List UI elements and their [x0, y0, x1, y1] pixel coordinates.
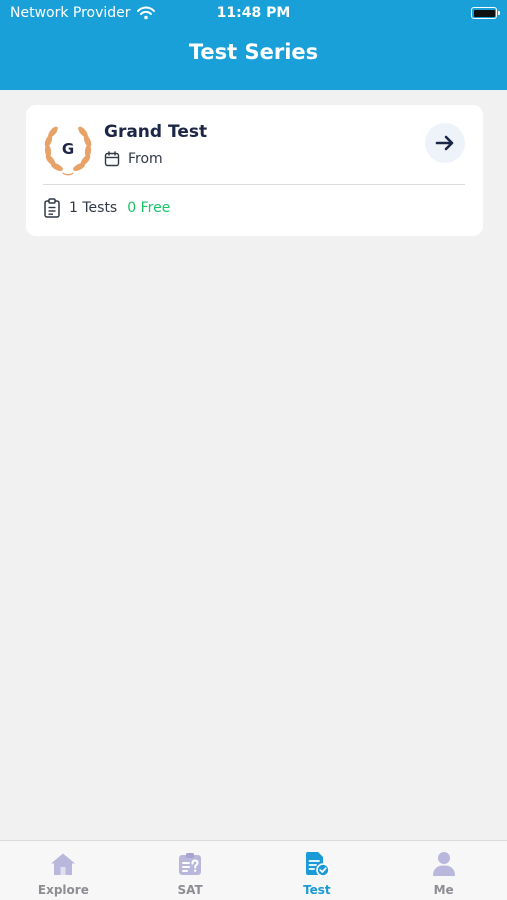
calendar-icon	[104, 151, 120, 167]
tab-sat[interactable]: SAT	[127, 841, 254, 900]
card-date-row: From	[104, 151, 163, 167]
tab-sat-label: SAT	[177, 883, 203, 897]
home-icon	[49, 850, 77, 878]
status-bar: Network Provider 11:48 PM	[0, 0, 507, 28]
tests-count: 1 Tests	[69, 200, 118, 216]
tab-test[interactable]: Test	[254, 841, 381, 900]
laurel-badge: G	[40, 121, 96, 177]
tab-explore[interactable]: Explore	[0, 841, 127, 900]
date-label: From	[128, 151, 163, 167]
card-title: Grand Test	[104, 122, 208, 142]
clipboard-icon	[44, 198, 60, 218]
tab-me-label: Me	[433, 883, 454, 897]
free-count: 0 Free	[127, 200, 171, 216]
quiz-icon	[176, 850, 204, 878]
tab-me[interactable]: Me	[380, 841, 507, 900]
arrow-right-icon	[435, 135, 454, 151]
badge-letter: G	[61, 140, 75, 158]
tab-explore-label: Explore	[37, 883, 89, 897]
card-meta-row: 1 Tests 0 Free	[43, 198, 170, 218]
test-series-card[interactable]: G Grand Test From 1 Tests 0 Free	[26, 105, 483, 236]
tab-test-label: Test	[303, 883, 331, 897]
test-icon	[303, 850, 331, 878]
card-divider	[43, 184, 465, 185]
clock: 11:48 PM	[216, 5, 291, 21]
app-header: Network Provider 11:48 PM Test Series	[0, 0, 507, 90]
page-title: Test Series	[188, 40, 319, 64]
person-icon	[430, 850, 458, 878]
battery-icon	[471, 7, 500, 19]
open-series-button[interactable]	[425, 123, 465, 163]
bottom-tab-bar: Explore SAT Test Me	[0, 840, 507, 900]
